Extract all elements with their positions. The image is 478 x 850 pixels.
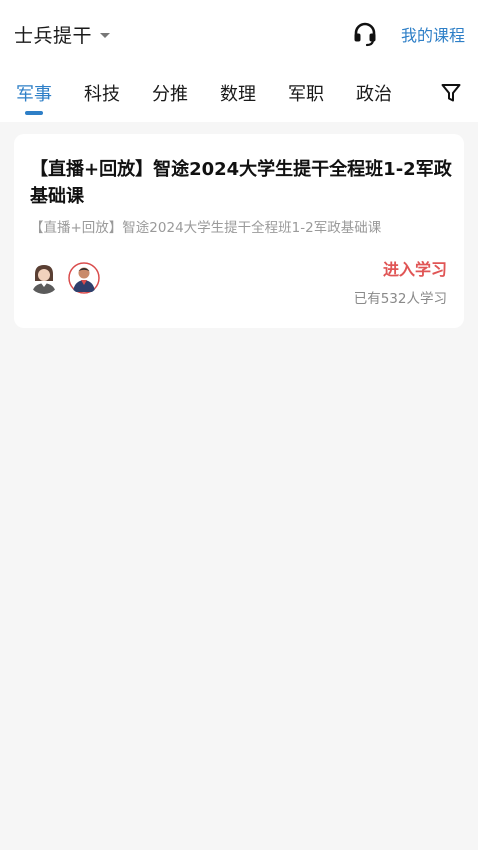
- tab-math-science[interactable]: 数理: [220, 80, 256, 106]
- caret-down-icon: [100, 32, 111, 38]
- tab-military[interactable]: 军事: [16, 80, 52, 106]
- category-label: 士兵提干: [14, 24, 93, 47]
- course-title: 【直播+回放】智途2024大学生提干全程班1-2军政基础课: [30, 159, 452, 207]
- filter-icon: [441, 84, 461, 102]
- tab-technology[interactable]: 科技: [84, 80, 120, 106]
- tab-politics[interactable]: 政治: [356, 80, 392, 106]
- category-tabs: 军事 科技 分推 数理 军职 政治: [0, 72, 478, 120]
- learner-count: 已有532人学习: [353, 291, 447, 307]
- tab-military-post[interactable]: 军职: [288, 80, 324, 106]
- active-tab-indicator: [25, 111, 43, 115]
- headset-icon: [354, 22, 376, 47]
- filter-button[interactable]: [440, 82, 462, 104]
- title-bar: 士兵提干 我的课程: [0, 0, 478, 68]
- category-dropdown[interactable]: 士兵提干: [14, 20, 111, 48]
- teacher-avatar-male: [68, 262, 100, 294]
- course-subtitle: 【直播+回放】智途2024大学生提干全程班1-2军政基础课: [30, 220, 382, 236]
- customer-service-button[interactable]: [351, 20, 379, 48]
- header: 士兵提干 我的课程 军事 科技 分推 数理 军职 政治: [0, 0, 478, 122]
- course-card[interactable]: 【直播+回放】智途2024大学生提干全程班1-2军政基础课 【直播+回放】智途2…: [14, 134, 464, 328]
- enter-study-button[interactable]: 进入学习: [383, 256, 447, 280]
- tab-assignment[interactable]: 分推: [152, 80, 188, 106]
- my-courses-link[interactable]: 我的课程: [401, 22, 465, 46]
- teacher-avatar-female: [28, 262, 60, 294]
